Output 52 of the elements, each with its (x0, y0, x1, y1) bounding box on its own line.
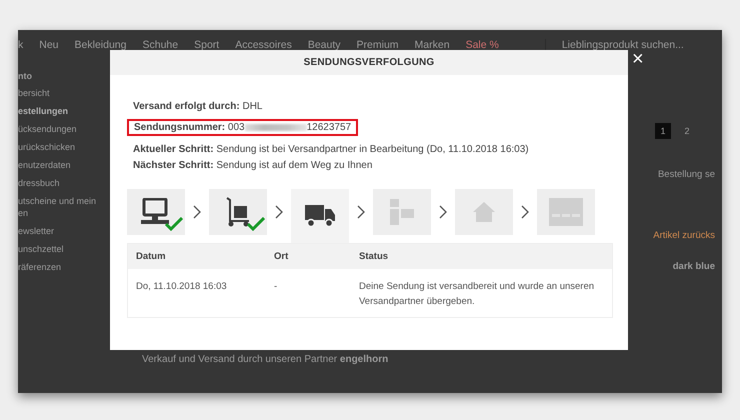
chevron-icon (357, 205, 365, 219)
nav-link[interactable]: Marken (414, 39, 450, 51)
page-button[interactable]: 2 (679, 123, 695, 139)
return-link[interactable]: Artikel zurücks (653, 230, 715, 241)
nav-link[interactable]: Schuhe (142, 39, 178, 51)
chevron-icon (439, 205, 447, 219)
dialog-title: SENDUNGSVERFOLGUNG (110, 50, 628, 75)
sidebar-link[interactable]: dressbuch (18, 177, 110, 189)
checkmark-icon (247, 217, 265, 231)
next-step-line: Nächster Schritt: Sendung ist auf dem Weg zu Ihnen (132, 159, 374, 173)
nav-link[interactable]: Bekleidung (74, 39, 126, 51)
computer-icon (141, 198, 171, 226)
sidebar-link[interactable]: urückschicken (18, 141, 110, 153)
house-icon (473, 202, 495, 222)
color-label: dark blue (672, 261, 715, 272)
sidebar-link[interactable]: estellungen (18, 105, 110, 117)
chevron-icon (275, 205, 283, 219)
checkmark-icon (165, 217, 183, 231)
sidebar-link[interactable]: ücksendungen (18, 123, 110, 135)
boxes-icon (390, 199, 414, 225)
warehouse-icon (549, 198, 583, 226)
nav-link[interactable]: Premium (356, 39, 399, 51)
table-cell-text: - (273, 280, 278, 294)
tracking-number: Sendungsnummer: 003 12623757 (127, 119, 358, 136)
sidebar-link[interactable]: räferenzen (18, 261, 110, 273)
sidebar-link[interactable]: enutzerdaten (18, 159, 110, 171)
sidebar-link[interactable]: ewsletter (18, 225, 110, 237)
sidebar-link[interactable]: bersicht (18, 87, 110, 99)
sidebar-link[interactable]: utscheine und mein en (18, 195, 110, 219)
column-header: Status (351, 244, 612, 269)
nav-link[interactable]: Neu (39, 39, 59, 51)
sidebar-heading: nto (18, 71, 33, 81)
chevron-icon (521, 205, 529, 219)
order-label: Bestellung se (658, 169, 715, 180)
chevron-icon (193, 205, 201, 219)
current-step-line: Aktueller Schritt: Sendung ist bei Versandpartner in Bearbeitung (Do, 11.10.2018 16:03) (132, 143, 530, 157)
nav-link[interactable]: Accessoires (235, 39, 292, 51)
nav-link[interactable]: k (18, 39, 24, 51)
nav-link[interactable]: Sale % (466, 39, 499, 51)
truck-icon (305, 205, 335, 227)
table-cell-text: Do, 11.10.2018 16:03 (135, 280, 228, 294)
close-button[interactable]: × (632, 49, 644, 69)
partner-note: Verkauf und Versand durch unseren Partner engelhorn (142, 354, 390, 365)
column-header: Ort (266, 244, 351, 269)
page-button[interactable]: 1 (655, 123, 671, 139)
nav-link[interactable]: Sport (194, 39, 220, 51)
column-header: Datum (128, 244, 266, 269)
table-cell-text: Deine Sendung ist versandbereit und wurde an unseren Versandpartner übergeben. (358, 280, 596, 309)
carrier-line: Versand erfolgt durch: DHL (132, 100, 264, 114)
nav-link[interactable]: Beauty (308, 39, 341, 51)
sidebar-link[interactable]: unschzettel (18, 243, 110, 255)
hand-truck-icon (225, 197, 251, 227)
